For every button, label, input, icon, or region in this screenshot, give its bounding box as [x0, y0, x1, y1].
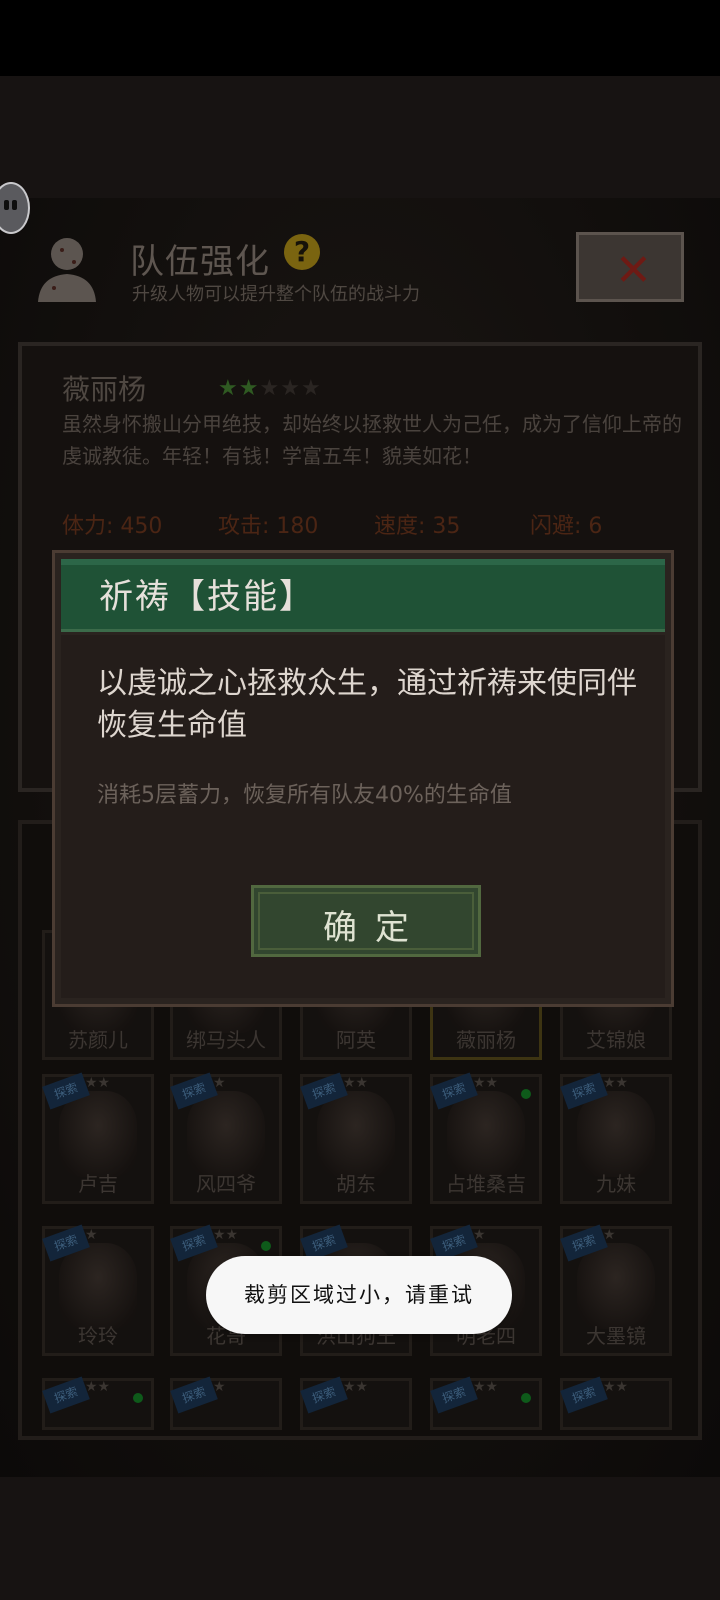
roster-card[interactable]: 探索 ★ 玲玲: [42, 1224, 154, 1356]
portrait: [577, 1243, 655, 1329]
star-icon: ★★: [603, 1379, 629, 1395]
star-icon: ★★: [343, 1379, 369, 1395]
star-icon: ★★: [473, 1379, 499, 1395]
star-icon: ★: [238, 376, 260, 401]
roster-card[interactable]: 探索 ★★ 卢吉: [42, 1072, 154, 1204]
roster-card-name: 艾锦娘: [586, 1028, 646, 1052]
star-icon: ★: [473, 1227, 486, 1243]
portrait: [59, 1091, 137, 1177]
roster-card[interactable]: 探索 ★ 风四爷: [170, 1072, 282, 1204]
star-icon: ★★: [85, 1379, 111, 1395]
portrait: [317, 1091, 395, 1177]
roster-card[interactable]: 探索 ★★ 九妹: [560, 1072, 672, 1204]
star-icon: ★★: [473, 1075, 499, 1091]
character-description: 虽然身怀搬山分甲绝技，却始终以拯救世人为己任，成为了信仰上帝的虔诚教徒。年轻！有…: [62, 412, 682, 468]
toast-text: 裁剪区域过小，请重试: [244, 1283, 474, 1307]
skill-dialog: 祈祷【技能】 以虔诚之心拯救众生，通过祈祷来使同伴恢复生命值 消耗5层蓄力，恢复…: [52, 550, 674, 1007]
roster-card[interactable]: 探索 ★★: [300, 1376, 412, 1430]
toast-message: 裁剪区域过小，请重试: [206, 1256, 512, 1334]
portrait: [59, 1243, 137, 1329]
explore-tag: 探索: [42, 1376, 90, 1414]
explore-tag: 探索: [300, 1376, 348, 1414]
roster-card-name: 九妹: [596, 1172, 636, 1196]
roster-card[interactable]: 探索 ★★: [42, 1376, 154, 1430]
close-button[interactable]: ✕: [576, 232, 684, 302]
star-icon: ★: [280, 376, 301, 401]
star-icon: ★: [85, 1227, 98, 1243]
stat-attack: 攻击: 180: [218, 514, 319, 539]
confirm-button-label: 确定: [323, 908, 427, 948]
skill-dialog-title: 祈祷【技能】: [99, 577, 315, 617]
roster-card-name: 占堆桑吉: [446, 1172, 526, 1196]
online-dot-icon: [133, 1393, 143, 1403]
star-icon: ★: [213, 1075, 226, 1091]
roster-card-name: 大墨镜: [586, 1324, 646, 1348]
explore-tag: 探索: [560, 1376, 608, 1414]
star-icon: ★: [300, 376, 322, 401]
star-icon: ★★: [85, 1075, 111, 1091]
star-icon: ★: [213, 1379, 226, 1395]
roster-card-name: 玲玲: [78, 1324, 118, 1348]
star-icon: ★: [259, 376, 281, 401]
roster-card[interactable]: 探索 ★★ 胡东: [300, 1072, 412, 1204]
explore-tag: 探索: [430, 1376, 478, 1414]
roster-card[interactable]: 探索 ★★: [430, 1376, 542, 1430]
roster-card-name: 胡东: [336, 1172, 376, 1196]
star-icon: ★: [603, 1227, 616, 1243]
stat-hp: 体力: 450: [62, 514, 163, 539]
skill-dialog-body: 以虔诚之心拯救众生，通过祈祷来使同伴恢复生命值 消耗5层蓄力，恢复所有队友40%…: [61, 635, 665, 998]
portrait: [447, 1091, 525, 1177]
letterbox-bottom: [0, 1477, 720, 1600]
portrait: [187, 1091, 265, 1177]
star-icon: ★★: [603, 1075, 629, 1091]
star-icon: ★★: [213, 1227, 239, 1243]
roster-card-name: 绑马头人: [186, 1028, 266, 1052]
team-avatar-icon: [38, 238, 96, 302]
close-icon: ✕: [615, 245, 652, 296]
star-icon: ★★: [343, 1075, 369, 1091]
roster-card[interactable]: 探索 ★: [170, 1376, 282, 1430]
roster-card-name: 苏颜儿: [68, 1028, 128, 1052]
online-dot-icon: [521, 1089, 531, 1099]
roster-card[interactable]: 探索 ★★ 占堆桑吉: [430, 1072, 542, 1204]
letterbox-top: [0, 76, 720, 198]
roster-card-name: 卢吉: [78, 1172, 118, 1196]
stat-dodge: 闪避: 6: [530, 514, 603, 539]
roster-card-name: 阿英: [336, 1028, 376, 1052]
roster-card-name: 薇丽杨: [456, 1028, 516, 1052]
stat-speed: 速度: 35: [374, 514, 461, 539]
page-subtitle: 升级人物可以提升整个队伍的战斗力: [132, 284, 420, 305]
online-dot-icon: [521, 1393, 531, 1403]
confirm-button[interactable]: 确定: [251, 885, 481, 957]
skill-dialog-header: 祈祷【技能】: [61, 559, 665, 632]
help-icon[interactable]: ?: [284, 234, 320, 270]
page-title: 队伍强化: [130, 242, 270, 282]
online-dot-icon: [261, 1241, 271, 1251]
character-star-rating: ★★★★★: [218, 376, 322, 401]
skill-cost-text: 消耗5层蓄力，恢复所有队友40%的生命值: [97, 783, 512, 808]
roster-card-name: 风四爷: [196, 1172, 256, 1196]
skill-description: 以虔诚之心拯救众生，通过祈祷来使同伴恢复生命值: [97, 666, 637, 743]
roster-card[interactable]: 探索 ★★: [560, 1376, 672, 1430]
status-bar: [0, 0, 720, 76]
roster-card[interactable]: 探索 ★ 大墨镜: [560, 1224, 672, 1356]
portrait: [577, 1091, 655, 1177]
explore-tag: 探索: [170, 1376, 218, 1414]
character-name: 薇丽杨: [62, 373, 147, 406]
star-icon: ★: [218, 376, 239, 401]
